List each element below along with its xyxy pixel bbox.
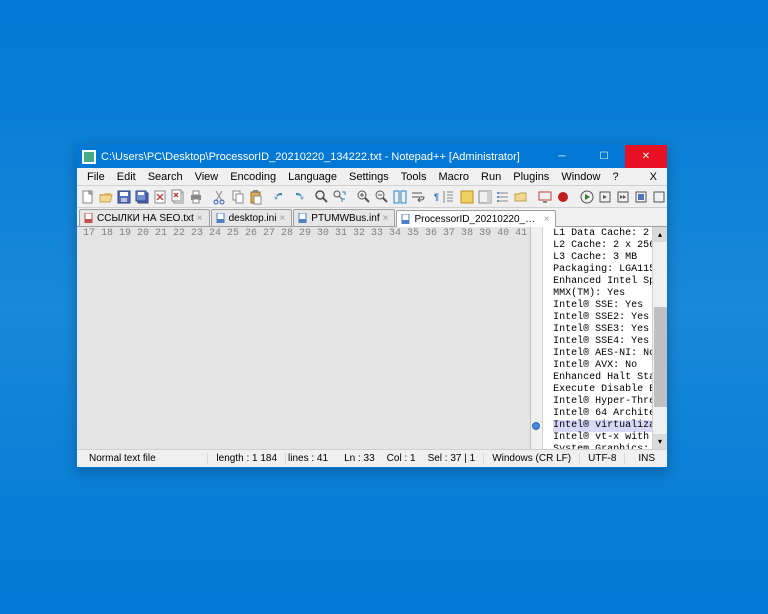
- menu-view[interactable]: View: [189, 170, 225, 184]
- undo-icon[interactable]: [272, 189, 288, 205]
- show-all-chars-icon[interactable]: ¶: [434, 189, 439, 205]
- text-editor[interactable]: L1 Data Cache: 2 x 32 KB L2 Cache: 2 x 2…: [543, 227, 652, 449]
- replace-icon[interactable]: [332, 189, 348, 205]
- tab[interactable]: PTUMWBus.inf ×: [293, 209, 395, 226]
- titlebar[interactable]: C:\Users\PC\Desktop\ProcessorID_20210220…: [77, 145, 667, 168]
- scroll-thumb[interactable]: [654, 307, 667, 407]
- file-icon: [401, 214, 411, 224]
- indent-guide-icon[interactable]: [441, 189, 457, 205]
- menu-settings[interactable]: Settings: [343, 170, 395, 184]
- zoom-in-icon[interactable]: [356, 189, 372, 205]
- statusbar: Normal text file length : 1 184 lines : …: [77, 449, 667, 467]
- status-mode: INS: [625, 453, 663, 464]
- func-list-icon[interactable]: [495, 189, 511, 205]
- status-ln: Ln : 33: [336, 453, 383, 464]
- menu-window[interactable]: Window: [555, 170, 606, 184]
- tab-label: desktop.ini: [229, 213, 277, 224]
- line-numbers: 17 18 19 20 21 22 23 24 25 26 27 28 29 3…: [77, 227, 531, 449]
- current-line-marker-icon: [532, 422, 540, 430]
- tab-label: PTUMWBus.inf: [311, 213, 379, 224]
- doc-close-icon[interactable]: X: [644, 171, 663, 183]
- window-title: C:\Users\PC\Desktop\ProcessorID_20210220…: [101, 151, 541, 163]
- menu-plugins[interactable]: Plugins: [507, 170, 555, 184]
- menubar: FileEditSearchViewEncodingLanguageSettin…: [77, 168, 667, 186]
- tab[interactable]: desktop.ini×: [211, 209, 293, 226]
- wordwrap-icon[interactable]: [410, 189, 426, 205]
- copy-icon[interactable]: [230, 189, 246, 205]
- lang-format-icon[interactable]: [459, 189, 475, 205]
- file-icon: [298, 213, 308, 223]
- status-encoding: UTF-8: [580, 453, 625, 464]
- record-icon[interactable]: [555, 189, 571, 205]
- status-sel: Sel : 37 | 1: [420, 453, 485, 464]
- redo-icon[interactable]: [290, 189, 306, 205]
- cut-icon[interactable]: [212, 189, 228, 205]
- monitor-icon[interactable]: [537, 189, 553, 205]
- status-length: length : 1 184: [208, 453, 286, 464]
- save-macro-icon[interactable]: [633, 189, 649, 205]
- status-filetype: Normal text file: [81, 453, 208, 464]
- close-button[interactable]: ✕: [625, 145, 667, 168]
- close-file-icon[interactable]: [152, 189, 168, 205]
- tab-close-icon[interactable]: ×: [279, 213, 285, 224]
- print-icon[interactable]: [188, 189, 204, 205]
- save-icon[interactable]: [116, 189, 132, 205]
- marker-margin: [531, 227, 543, 449]
- menu-file[interactable]: File: [81, 170, 111, 184]
- menu-[interactable]: ?: [606, 170, 624, 184]
- fast-forward-icon[interactable]: [615, 189, 631, 205]
- doc-map-icon[interactable]: [477, 189, 493, 205]
- tab-bar: ССЫЛКИ НА SEO.txt×desktop.ini×PTUMWBus.i…: [77, 208, 667, 227]
- tab[interactable]: ССЫЛКИ НА SEO.txt×: [79, 209, 210, 226]
- open-file-icon[interactable]: [98, 189, 114, 205]
- tab-close-icon[interactable]: ×: [383, 213, 389, 224]
- file-icon: [84, 213, 94, 223]
- folder-workspace-icon[interactable]: [513, 189, 529, 205]
- new-file-icon[interactable]: [80, 189, 96, 205]
- app-icon: [82, 150, 96, 164]
- menu-search[interactable]: Search: [142, 170, 189, 184]
- scroll-down-button[interactable]: ▾: [653, 434, 667, 449]
- close-all-icon[interactable]: [170, 189, 186, 205]
- find-icon[interactable]: [314, 189, 330, 205]
- tab-label: ProcessorID_20210220_134222.txt: [414, 214, 540, 225]
- toolbar: ¶: [77, 186, 667, 208]
- menu-edit[interactable]: Edit: [111, 170, 142, 184]
- maximize-button[interactable]: ☐: [583, 145, 625, 168]
- menu-macro[interactable]: Macro: [432, 170, 475, 184]
- minimize-button[interactable]: ─: [541, 145, 583, 168]
- vertical-scrollbar[interactable]: ▴ ▾: [652, 227, 667, 449]
- play-icon[interactable]: [579, 189, 595, 205]
- status-eol: Windows (CR LF): [484, 453, 580, 464]
- menu-run[interactable]: Run: [475, 170, 507, 184]
- save-all-icon[interactable]: [134, 189, 150, 205]
- tab-label: ССЫЛКИ НА SEO.txt: [97, 213, 194, 224]
- stop-icon[interactable]: [651, 189, 667, 205]
- tab[interactable]: ProcessorID_20210220_134222.txt ×: [396, 210, 556, 227]
- menu-tools[interactable]: Tools: [395, 170, 433, 184]
- paste-icon[interactable]: [248, 189, 264, 205]
- tab-close-icon[interactable]: ×: [544, 214, 550, 225]
- status-lines: lines : 41: [286, 453, 336, 464]
- editor-area: 17 18 19 20 21 22 23 24 25 26 27 28 29 3…: [77, 227, 667, 449]
- status-col: Col : 1: [383, 453, 420, 464]
- sync-scroll-icon[interactable]: [392, 189, 408, 205]
- file-icon: [216, 213, 226, 223]
- zoom-out-icon[interactable]: [374, 189, 390, 205]
- tab-close-icon[interactable]: ×: [197, 213, 203, 224]
- scroll-up-button[interactable]: ▴: [653, 227, 667, 242]
- menu-encoding[interactable]: Encoding: [224, 170, 282, 184]
- playback-icon[interactable]: [597, 189, 613, 205]
- menu-language[interactable]: Language: [282, 170, 343, 184]
- app-window: C:\Users\PC\Desktop\ProcessorID_20210220…: [76, 144, 668, 468]
